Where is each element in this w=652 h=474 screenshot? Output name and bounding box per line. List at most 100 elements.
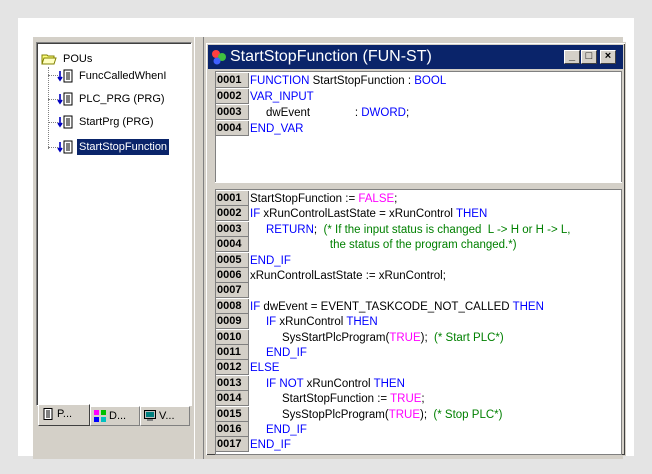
organizer-tabs: P... D... V... [36,404,194,426]
code-line[interactable]: 0003 RETURN; (* If the input status is c… [216,221,621,238]
code-line[interactable]: 0004 the status of the program changed.*… [216,237,621,253]
maximize-button[interactable]: □ [581,50,597,64]
keyword-token: BOOL [414,75,447,87]
code-line[interactable]: 0002 IF xRunControlLastState = xRunContro… [216,206,621,222]
code-line[interactable]: 0003 dwEvent : DWORD; [216,105,621,121]
tree-item-label: StartPrg (PRG) [79,116,154,128]
code-text: END_IF [250,345,307,361]
code-line[interactable]: 0005 END_IF [216,252,621,269]
visualizations-tab-icon [144,410,156,422]
line-number: 0001 [216,191,249,206]
code-line[interactable]: 0004 END_VAR [216,121,621,137]
close-icon: × [604,50,612,62]
keyword-token: IF NOT [265,377,304,390]
tab-label: D... [109,410,127,422]
code-text: xRunControlLastState := xRunControl; [250,268,446,284]
code-text: END_IF [250,253,291,269]
code-token: ); [420,408,434,421]
code-text: VAR_INPUT [250,89,314,105]
code-text: FUNCTION StartStopFunction : BOOL [250,73,446,89]
code-text: END_VAR [250,121,303,137]
code-line[interactable]: 0002 VAR_INPUT [216,89,621,105]
code-line[interactable]: 0010 SysStartPlcProgram(TRUE); (* Start … [216,329,621,346]
code-text: ELSE [250,360,279,376]
line-number: 0012 [216,360,249,376]
code-line[interactable]: 0013 IF NOT xRunControl THEN [216,375,621,392]
line-number: 0003 [216,105,249,120]
code-token: SysStartPlcProgram( [250,331,390,344]
code-token: SysStopPlcProgram( [250,408,389,421]
code-line[interactable]: 0001 StartStopFunction := FALSE; [216,191,621,207]
code-token: xRunControl [276,316,347,329]
editor-titlebar[interactable]: StartStopFunction (FUN-ST) _ □ × [208,45,623,69]
line-number: 0014 [216,391,249,407]
literal-token: TRUE [390,393,422,406]
code-text: the status of the program changed.*) [250,237,517,253]
code-line[interactable]: 0015 SysStopPlcProgram(TRUE); (* Stop PL… [216,406,621,423]
tab-label: V... [159,410,175,422]
line-number: 0004 [216,121,249,136]
pous-tab-icon [42,408,54,420]
keyword-token: RETURN [265,223,314,236]
keyword-token: END_IF [250,254,291,267]
minimize-button[interactable]: _ [564,50,580,64]
tree-root-label: POUs [63,53,93,65]
tab-datatypes[interactable]: D... [90,406,140,426]
comment-token: (* If the input status is changed L -> H… [323,223,571,236]
comment-token: the status of the program changed.*) [250,239,517,252]
code-line[interactable]: 0008 IF dwEvent = EVENT_TASKCODE_NOT_CALL… [216,298,621,315]
minimize-icon: _ [568,50,576,62]
line-number: 0002 [216,206,249,222]
code-body-editor[interactable]: 0001 StartStopFunction := FALSE; 0002 IF xR… [215,189,622,455]
editor-window: StartStopFunction (FUN-ST) _ □ × 0001 FUN… [205,42,626,456]
line-number: 0003 [216,221,249,237]
tree-item-label: StartStopFunction [77,139,170,155]
comment-token: (* Stop PLC*) [433,408,503,421]
tree-connector [48,67,49,149]
line-number: 0010 [216,329,249,345]
line-number: 0007 [216,283,249,299]
code-token: xRunControlLastState = xRunControl [260,208,456,221]
pou-editor-icon [211,49,227,65]
code-text: SysStartPlcProgram(TRUE); (* Start PLC*) [250,330,504,346]
pou-tree-panel[interactable]: POUs FuncCalledWhenI PLC_PRG (PRG) Start… [36,42,192,406]
literal-token: TRUE [389,331,421,344]
tree-item-label: PLC_PRG (PRG) [79,93,165,105]
declaration-editor[interactable]: 0001 FUNCTION StartStopFunction : BOOL 000… [215,71,622,183]
code-token: dwEvent = EVENT_TASKCODE_NOT_CALLED [260,300,513,313]
line-number: 0016 [216,422,249,437]
tab-pous[interactable]: P... [38,404,90,426]
pou-document-icon [57,92,73,106]
keyword-token: THEN [373,377,405,390]
code-text: IF xRunControlLastState = xRunControl TH… [250,206,487,222]
keyword-token: FUNCTION [250,75,310,87]
line-number: 0013 [216,375,249,391]
datatypes-tab-icon [94,410,106,422]
code-line[interactable]: 0017 END_IF [216,437,621,453]
code-line[interactable]: 0014 StartStopFunction := TRUE; [216,391,621,407]
code-token: StartStopFunction : [309,75,415,87]
code-text: IF xRunControl THEN [250,314,378,330]
code-line[interactable]: 0007 [216,283,621,299]
close-button[interactable]: × [600,50,616,64]
code-line[interactable]: 0016 END_IF [216,422,621,438]
code-line[interactable]: 0001 FUNCTION StartStopFunction : BOOL [216,73,621,89]
code-token: StartStopFunction := [250,193,359,205]
code-line[interactable]: 0011 END_IF [216,345,621,361]
keyword-token: VAR_INPUT [250,91,314,103]
keyword-token: IF [250,300,261,313]
literal-token: FALSE [358,193,395,205]
code-line[interactable]: 0009 IF xRunControl THEN [216,314,621,330]
keyword-token: THEN [455,208,488,221]
code-line[interactable]: 0006 xRunControlLastState := xRunControl; [216,268,621,284]
code-token: ; [313,223,324,236]
code-line[interactable]: 0012 ELSE [216,360,621,376]
code-token: xRunControl [303,377,374,390]
maximize-icon: □ [585,50,593,62]
panel-splitter[interactable] [194,37,204,459]
code-text: END_IF [250,422,307,438]
tab-visualizations[interactable]: V... [140,406,190,426]
